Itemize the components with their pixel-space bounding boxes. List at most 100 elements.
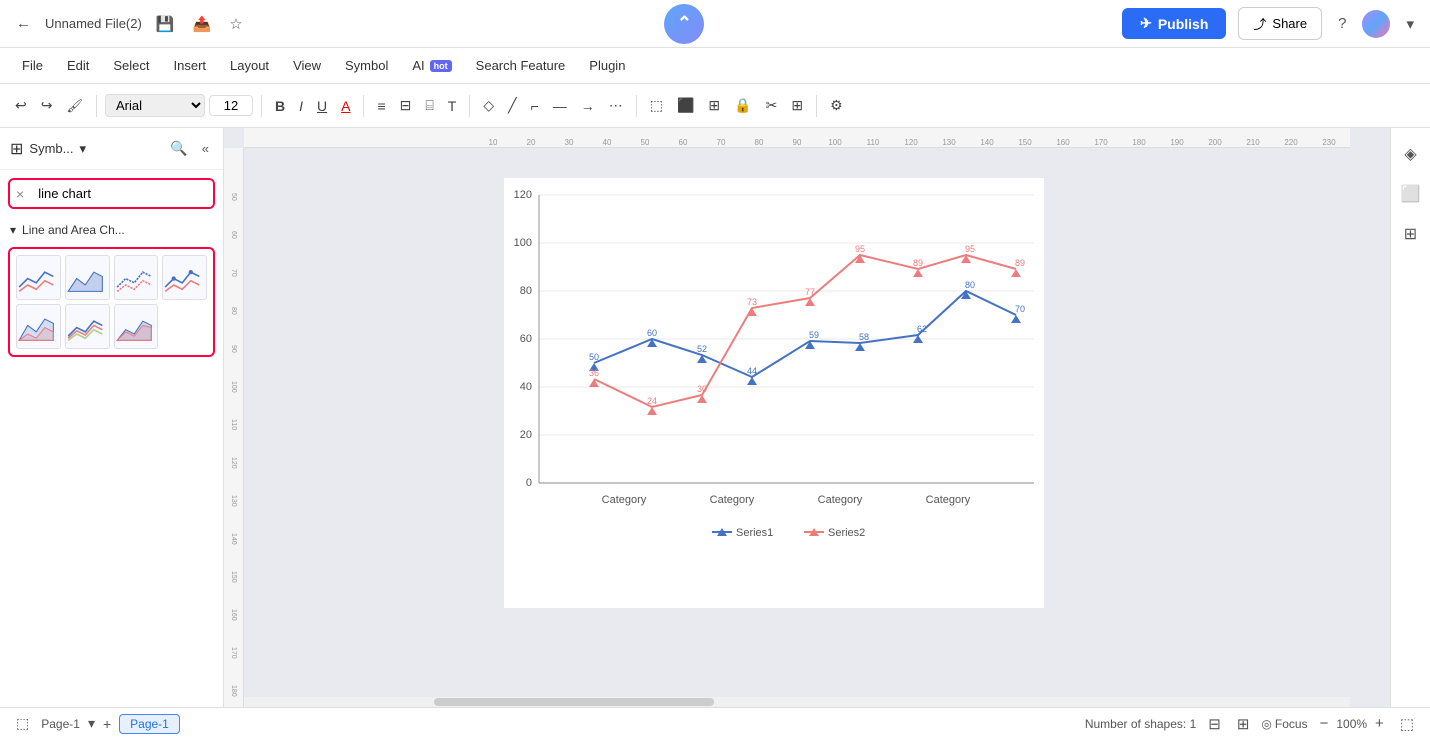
- pages-panel-button[interactable]: ⬜: [1395, 178, 1427, 210]
- shadow-button[interactable]: ⬛: [672, 93, 699, 118]
- zoom-out-button[interactable]: −: [1316, 711, 1333, 736]
- chart-thumb-7[interactable]: [114, 304, 159, 349]
- menu-select[interactable]: Select: [103, 54, 159, 77]
- page-tab-active[interactable]: Page-1: [119, 714, 180, 734]
- line-style-button[interactable]: —: [548, 94, 572, 118]
- help-button[interactable]: ?: [1334, 11, 1350, 36]
- search-clear-button[interactable]: ×: [10, 181, 30, 207]
- menu-ai[interactable]: AI hot: [402, 54, 461, 77]
- menu-plugin[interactable]: Plugin: [579, 54, 635, 77]
- format-paint-button[interactable]: 🖌: [61, 94, 88, 118]
- h-scrollbar[interactable]: [244, 697, 1350, 707]
- chart-thumb-2[interactable]: [65, 255, 110, 300]
- save-button[interactable]: 💾: [152, 11, 179, 37]
- s2-lbl-8: 95: [965, 244, 975, 254]
- unlock-button[interactable]: ✂: [761, 93, 783, 118]
- line-end-button[interactable]: →: [576, 94, 600, 118]
- text-spacing-button[interactable]: ⌸: [420, 93, 438, 118]
- symbols-panel-button[interactable]: ⊞: [1398, 218, 1423, 250]
- search-input[interactable]: [30, 180, 215, 207]
- component-button[interactable]: ⊞: [1233, 711, 1254, 737]
- text-valign-button[interactable]: ⊟: [395, 93, 417, 118]
- thumb-svg-7: [115, 305, 158, 348]
- focus-button[interactable]: ◎ Focus: [1261, 717, 1307, 731]
- back-button[interactable]: ←: [12, 11, 35, 36]
- table-button[interactable]: ⊞: [786, 93, 808, 118]
- lock-button[interactable]: 🔒: [729, 93, 756, 118]
- menu-search-feature[interactable]: Search Feature: [466, 54, 576, 77]
- menu-insert[interactable]: Insert: [164, 54, 217, 77]
- chart-thumb-5[interactable]: [16, 304, 61, 349]
- chart-thumb-4[interactable]: [162, 255, 207, 300]
- export-button[interactable]: 📤: [189, 11, 216, 37]
- canvas-area[interactable]: 120 100 80 60 40 20 0: [244, 148, 1350, 697]
- format-panel-button[interactable]: ◈: [1398, 138, 1422, 170]
- menu-view[interactable]: View: [283, 54, 331, 77]
- share-button[interactable]: ⤴ Share: [1238, 7, 1322, 40]
- font-size-input[interactable]: [209, 95, 253, 116]
- menu-edit[interactable]: Edit: [57, 54, 99, 77]
- category-label: Line and Area Ch...: [22, 223, 125, 237]
- crop-button[interactable]: ⊞: [703, 93, 725, 118]
- vruler-marks: 50 60 70 80 90 100 110 120 130 140 150 1…: [224, 148, 243, 707]
- underline-button[interactable]: U: [312, 94, 332, 118]
- container-button[interactable]: ⬚: [645, 93, 668, 118]
- chart-thumb-6[interactable]: [65, 304, 110, 349]
- thumb-svg-5: [17, 305, 60, 348]
- x-label-3: Category: [818, 494, 863, 506]
- font-color-button[interactable]: A: [336, 94, 355, 118]
- zoom-in-button[interactable]: +: [1371, 711, 1388, 736]
- menu-file[interactable]: File: [12, 54, 53, 77]
- shape-button[interactable]: ◇: [478, 93, 499, 118]
- page-layout-button[interactable]: ⬚: [12, 711, 33, 736]
- chart-thumb-1[interactable]: [16, 255, 61, 300]
- s2-lbl-3: 30: [697, 384, 707, 394]
- page-dropdown-button[interactable]: ▾: [88, 715, 95, 732]
- publish-button[interactable]: ✈ Publish: [1122, 8, 1226, 39]
- italic-button[interactable]: I: [294, 94, 308, 118]
- menu-symbol[interactable]: Symbol: [335, 54, 398, 77]
- s2-lbl-1: 36: [589, 368, 599, 378]
- font-family-select[interactable]: Arial: [105, 94, 205, 117]
- panel-title: Symb...: [29, 141, 73, 156]
- undo-button[interactable]: ↩: [10, 93, 32, 118]
- thumb-svg-1: [17, 256, 60, 299]
- h-scroll-thumb[interactable]: [434, 698, 714, 706]
- panel-controls: 🔍 «: [166, 136, 213, 161]
- text-style-button[interactable]: T: [443, 94, 462, 118]
- panel-chevron: ▾: [79, 141, 86, 157]
- line-type-button[interactable]: ⋯: [604, 93, 628, 118]
- panel-icon: ⊞: [10, 139, 23, 159]
- s1-lbl-5: 59: [809, 330, 819, 340]
- panel-title-area: ⊞ Symb... ▾: [10, 139, 86, 159]
- collapse-panel-button[interactable]: «: [198, 137, 213, 160]
- shapes-count: Number of shapes: 1: [1085, 717, 1196, 731]
- chart-thumb-3[interactable]: [114, 255, 159, 300]
- more-tools[interactable]: ⚙: [825, 93, 848, 118]
- series2-point-4: [747, 308, 757, 316]
- star-button[interactable]: ☆: [225, 11, 246, 37]
- menu-layout[interactable]: Layout: [220, 54, 279, 77]
- add-page-button[interactable]: +: [103, 716, 111, 732]
- search-panel-button[interactable]: 🔍: [166, 136, 191, 161]
- bold-button[interactable]: B: [270, 94, 290, 118]
- publish-icon: ✈: [1140, 15, 1152, 32]
- connector-button[interactable]: ⌐: [526, 94, 544, 118]
- category-header[interactable]: ▾ Line and Area Ch...: [0, 217, 223, 243]
- thumb-svg-3: [115, 256, 158, 299]
- redo-button[interactable]: ↪: [36, 93, 58, 118]
- category-collapse-icon: ▾: [10, 223, 16, 237]
- s2-lbl-7: 89: [913, 258, 923, 268]
- y-label-20: 20: [520, 429, 532, 441]
- s2-lbl-5: 77: [805, 287, 815, 297]
- zoom-controls: − 100% +: [1316, 711, 1388, 736]
- bottom-bar: ⬚ Page-1 ▾ + Page-1 Number of shapes: 1 …: [0, 707, 1430, 739]
- layers-button[interactable]: ⊟: [1204, 711, 1225, 737]
- x-label-4: Category: [926, 494, 971, 506]
- account-chevron[interactable]: ▾: [1402, 11, 1418, 37]
- line-button[interactable]: ╱: [503, 93, 521, 118]
- y-label-60: 60: [520, 333, 532, 345]
- text-align-button[interactable]: ≡: [372, 94, 390, 118]
- y-label-80: 80: [520, 285, 532, 297]
- fit-page-button[interactable]: ⬚: [1396, 711, 1418, 737]
